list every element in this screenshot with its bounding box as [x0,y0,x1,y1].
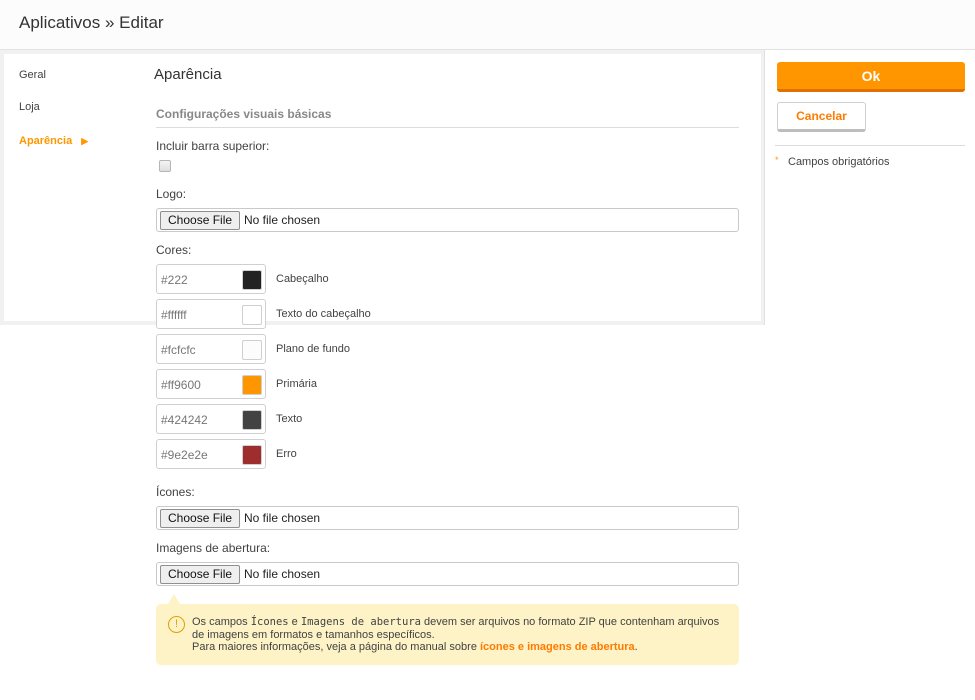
page-header: Aplicativos » Editar [0,0,975,50]
color-name: Erro [276,448,297,460]
notice-code: Imagens de abertura [300,616,421,628]
color-row-error: #9e2e2e Erro [156,439,456,469]
notice-pointer [168,594,180,604]
notice-code: Ícones [250,616,289,628]
color-name: Texto do cabeçalho [276,308,371,320]
color-name: Plano de fundo [276,343,351,355]
info-notice: ! Os campos Ícones e Imagens de abertura… [156,604,739,665]
logo-choose-file-button[interactable]: Choose File [160,211,241,230]
color-input[interactable]: #222 [156,264,266,294]
notice-text: Os campos Ícones e Imagens de abertura d… [192,616,732,654]
color-swatch[interactable] [242,410,262,430]
nav-item-aparencia[interactable]: Aparência ▶ [19,135,88,147]
color-input[interactable]: #fcfcfc [156,334,266,364]
notice-text-part: e [288,616,301,628]
ok-button[interactable]: Ok [777,62,965,92]
page-title: Aplicativos » Editar [19,13,164,32]
color-name: Cabeçalho [276,273,329,285]
manual-link[interactable]: ícones e imagens de abertura [480,641,635,653]
logo-label: Logo: [156,187,187,201]
icons-file-input[interactable]: Choose File No file chosen [156,506,739,530]
notice-text-part: . [634,641,638,653]
splash-choose-file-button[interactable]: Choose File [160,565,241,584]
color-value: #fcfcfc [161,343,196,357]
color-value: #ff9600 [161,378,201,392]
nav-item-geral[interactable]: Geral [19,69,46,81]
section-title: Aparência [154,66,222,83]
subsection-title: Configurações visuais básicas [156,107,739,128]
warning-icon: ! [168,616,185,633]
color-row-header-text: #ffffff Texto do cabeçalho [156,299,456,329]
color-input[interactable]: #ff9600 [156,369,266,399]
splash-label: Imagens de abertura: [156,541,271,555]
icons-choose-file-button[interactable]: Choose File [160,509,241,528]
splash-file-status: No file chosen [244,567,321,581]
color-row-primary: #ff9600 Primária [156,369,456,399]
color-row-header: #222 Cabeçalho [156,264,456,294]
color-value: #ffffff [161,308,187,322]
color-value: #222 [161,273,188,287]
color-swatch[interactable] [242,305,262,325]
color-swatch[interactable] [242,375,262,395]
color-input[interactable]: #9e2e2e [156,439,266,469]
color-swatch[interactable] [242,270,262,290]
icons-label: Ícones: [156,485,195,499]
color-input[interactable]: #ffffff [156,299,266,329]
icons-file-status: No file chosen [244,511,321,525]
color-value: #424242 [161,413,208,427]
colors-label: Cores: [156,243,192,257]
notice-text-part: Os campos [192,616,251,628]
nav-item-loja[interactable]: Loja [19,101,40,113]
color-swatch[interactable] [242,340,262,360]
color-value: #9e2e2e [161,448,208,462]
color-swatch[interactable] [242,445,262,465]
logo-file-input[interactable]: Choose File No file chosen [156,208,739,232]
logo-file-status: No file chosen [244,213,321,227]
splash-file-input[interactable]: Choose File No file chosen [156,562,739,586]
notice-text-part: Para maiores informações, veja a página … [192,641,480,653]
color-row-text: #424242 Texto [156,404,456,434]
required-fields-note: Campos obrigatórios [788,156,890,168]
active-arrow-icon: ▶ [81,136,89,146]
top-bar-label: Incluir barra superior: [156,139,270,153]
nav-item-label: Aparência [19,135,73,147]
color-row-background: #fcfcfc Plano de fundo [156,334,456,364]
sidebar-divider [775,145,965,146]
cancel-button[interactable]: Cancelar [777,102,866,132]
color-input[interactable]: #424242 [156,404,266,434]
color-name: Primária [276,378,317,390]
top-bar-checkbox[interactable] [159,160,171,172]
required-mark-icon: * [775,155,779,165]
color-name: Texto [276,413,303,425]
